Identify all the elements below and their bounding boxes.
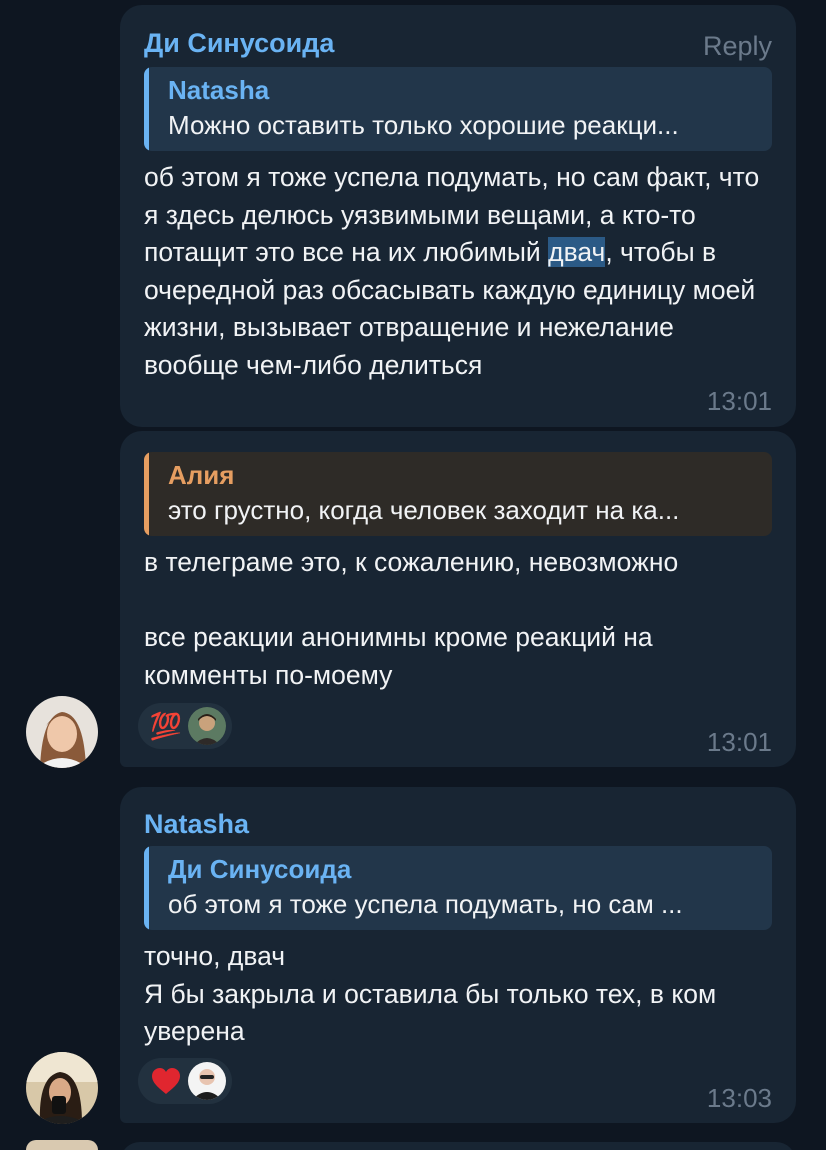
message-paragraph: все реакции анонимны кроме реакций на ко… <box>144 622 653 690</box>
chat-history: Ди Синусоида Reply Natasha Можно оставит… <box>0 0 826 1150</box>
reply-button[interactable]: Reply <box>703 29 772 63</box>
reactor-avatar <box>188 1062 226 1100</box>
message-time: 13:03 <box>706 1083 772 1113</box>
reactor-avatar <box>188 707 226 745</box>
user-avatar[interactable] <box>26 1140 98 1150</box>
reply-quote[interactable]: Ди Синусоида об этом я тоже успела подум… <box>144 846 772 930</box>
reaction-chip[interactable]: 💯 <box>138 703 232 749</box>
message-bubble[interactable]: Ди Синусоида Reply Natasha Можно оставит… <box>120 5 796 427</box>
message-paragraph: точно, двач <box>144 941 286 971</box>
message-time: 13:01 <box>706 386 772 416</box>
message-text: в телеграме это, к сожалению, невозможно… <box>144 544 772 694</box>
quote-author: Natasha <box>168 75 270 105</box>
quote-text: это грустно, когда человек заходит на ка… <box>168 495 680 525</box>
message-time: 13:01 <box>706 727 772 757</box>
message-text: об этом я тоже успела подумать, но сам ф… <box>144 159 772 384</box>
selected-text: двач <box>548 237 606 267</box>
user-avatar[interactable] <box>26 1052 98 1124</box>
hundred-points-icon: 💯 <box>149 711 183 741</box>
message-bubble[interactable] <box>120 1142 796 1150</box>
quote-author: Алия <box>168 460 235 490</box>
user-avatar[interactable] <box>26 696 98 768</box>
sender-name[interactable]: Natasha <box>144 787 772 841</box>
quote-text: Можно оставить только хорошие реакци... <box>168 110 679 140</box>
quote-text: об этом я тоже успела подумать, но сам .… <box>168 889 683 919</box>
message-bubble[interactable]: Алия это грустно, когда человек заходит … <box>120 431 796 767</box>
red-heart-icon <box>148 1063 184 1099</box>
message-paragraph: Я бы закрыла и оставила бы только тех, в… <box>144 978 717 1047</box>
reply-quote[interactable]: Natasha Можно оставить только хорошие ре… <box>144 67 772 151</box>
reaction-chip[interactable] <box>138 1058 232 1104</box>
reply-quote[interactable]: Алия это грустно, когда человек заходит … <box>144 452 772 536</box>
quote-author: Ди Синусоида <box>168 854 352 884</box>
message-text: точно, двач Я бы закрыла и оставила бы т… <box>144 938 772 1051</box>
sender-name[interactable]: Ди Синусоида <box>144 5 772 60</box>
message-bubble[interactable]: Natasha Ди Синусоида об этом я тоже успе… <box>120 787 796 1123</box>
message-paragraph: в телеграме это, к сожалению, невозможно <box>144 547 679 577</box>
